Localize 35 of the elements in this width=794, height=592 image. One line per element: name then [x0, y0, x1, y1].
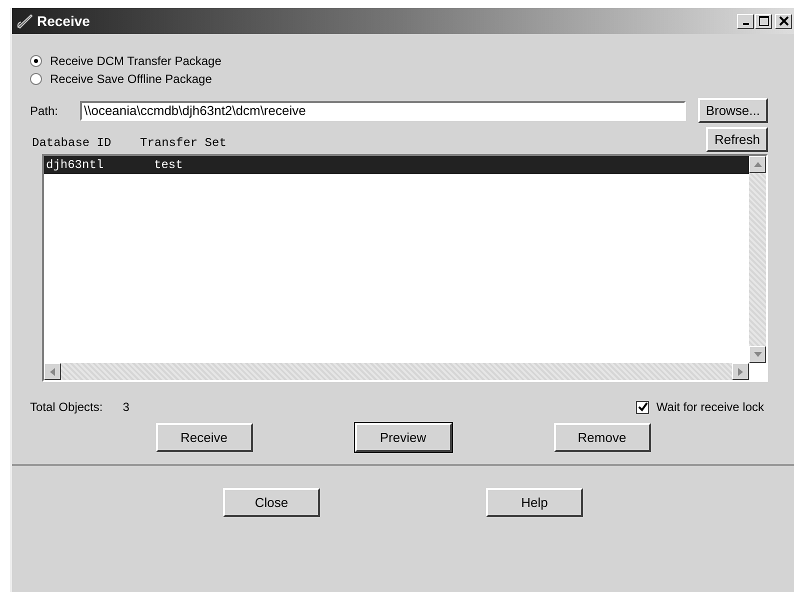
wait-lock-checkbox[interactable]: Wait for receive lock	[636, 400, 764, 414]
column-header: Transfer Set	[140, 136, 226, 150]
down-arrow-icon	[754, 352, 762, 357]
total-label: Total Objects:	[30, 400, 103, 414]
vertical-scrollbar[interactable]	[749, 156, 766, 363]
footer-button[interactable]: Close	[223, 488, 320, 517]
action-button[interactable]: Receive	[156, 423, 252, 452]
pen-icon	[16, 13, 34, 29]
radio-option[interactable]: Receive Save Offline Package	[30, 72, 212, 86]
action-button[interactable]: Preview	[354, 423, 452, 452]
column-header: Database ID	[31, 136, 112, 150]
maximize-icon	[758, 16, 768, 26]
left-arrow-icon	[50, 368, 55, 376]
scroll-right-button[interactable]	[732, 363, 749, 380]
action-button[interactable]: Remove	[554, 423, 650, 452]
path-label: Path:	[30, 104, 60, 118]
right-arrow-icon	[738, 368, 743, 376]
up-arrow-icon	[754, 162, 762, 167]
browse-button[interactable]: Browse...	[698, 98, 768, 123]
list-row[interactable]: djh63ntl test	[44, 156, 749, 174]
horizontal-scrollbar[interactable]	[44, 363, 749, 380]
scroll-up-button[interactable]	[749, 156, 766, 173]
maximize-button[interactable]	[755, 14, 772, 28]
footer-button[interactable]: Help	[486, 488, 583, 517]
scroll-left-button[interactable]	[44, 363, 61, 380]
close-button[interactable]	[775, 14, 792, 28]
path-field[interactable]: \\oceania\ccmdb\djh63nt2\dcm\receive	[80, 100, 686, 120]
close-icon	[778, 16, 788, 26]
refresh-button[interactable]: Refresh	[706, 127, 768, 152]
radio-option[interactable]: Receive DCM Transfer Package	[30, 54, 222, 68]
window-title: Receive	[37, 13, 91, 29]
total-value: 3	[122, 400, 130, 414]
check-icon	[638, 402, 648, 412]
minimize-button[interactable]	[737, 14, 754, 28]
scroll-down-button[interactable]	[749, 346, 766, 363]
